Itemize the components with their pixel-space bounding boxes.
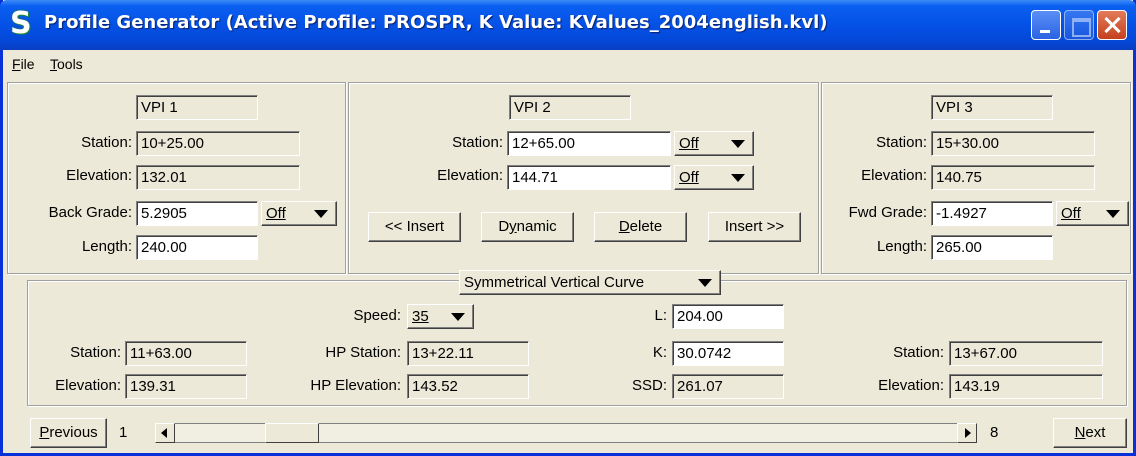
vpi3-length-input[interactable]: 265.00 — [931, 235, 1053, 260]
arrow-left-icon — [161, 428, 167, 438]
speed-label: Speed: — [353, 307, 401, 324]
vpi1-title-field: VPI 1 — [136, 95, 258, 120]
evc-station-label: Station: — [893, 344, 944, 361]
vpi1-back-grade-input[interactable]: 5.2905 — [136, 201, 258, 226]
vpi2-station-input[interactable]: 12+65.00 — [507, 131, 671, 156]
profile-generator-window: S Profile Generator (Active Profile: PRO… — [0, 0, 1136, 456]
evc-elevation-field: 143.19 — [949, 374, 1103, 399]
vpi1-station-field: 10+25.00 — [136, 131, 300, 156]
vpi3-elevation-label: Elevation: — [861, 167, 927, 184]
insert-before-button[interactable]: << Insert — [368, 212, 461, 242]
curve-type-dropdown[interactable]: Symmetrical Vertical Curve — [459, 270, 721, 295]
vpi3-title-field: VPI 3 — [931, 95, 1053, 120]
chevron-down-icon — [731, 140, 745, 148]
chevron-down-icon — [698, 279, 712, 287]
vpi1-length-label: Length: — [81, 238, 132, 255]
evc-elevation-label: Elevation: — [878, 377, 944, 394]
vpi1-back-grade-label: Back Grade: — [48, 204, 132, 221]
k-input[interactable]: 30.0742 — [672, 341, 784, 366]
window-title: Profile Generator (Active Profile: PROSP… — [44, 12, 828, 33]
menu-bar: File Tools — [3, 50, 1133, 78]
next-button[interactable]: Next — [1053, 418, 1127, 448]
dynamic-button[interactable]: Dynamic — [481, 212, 574, 242]
vpi3-station-field: 15+30.00 — [931, 131, 1095, 156]
vpi1-length-input[interactable]: 240.00 — [136, 235, 258, 260]
vpi2-elevation-label: Elevation: — [437, 167, 503, 184]
vpi2-title-field: VPI 2 — [509, 95, 631, 120]
vpi1-elevation-label: Elevation: — [66, 167, 132, 184]
vpi3-length-label: Length: — [876, 238, 927, 255]
hp-elevation-label: HP Elevation: — [310, 377, 401, 394]
bvc-station-field: 11+63.00 — [125, 341, 247, 366]
vpi1-elevation-field: 132.01 — [136, 165, 300, 190]
chevron-down-icon — [314, 210, 328, 218]
vpi1-back-grade-lock-dropdown[interactable]: Off — [261, 201, 337, 226]
vpi3-fwd-grade-label: Fwd Grade: — [848, 204, 927, 221]
l-label: L: — [654, 307, 667, 324]
vpi3-station-label: Station: — [876, 134, 927, 151]
l-input[interactable]: 204.00 — [672, 304, 784, 329]
ssd-field: 261.07 — [672, 374, 784, 399]
last-index-label: 8 — [990, 424, 999, 441]
first-index-label: 1 — [119, 424, 128, 441]
title-bar[interactable]: S Profile Generator (Active Profile: PRO… — [0, 0, 1136, 50]
bvc-elevation-field: 139.31 — [125, 374, 247, 399]
scroll-right-button[interactable] — [957, 423, 977, 443]
minimize-button[interactable] — [1031, 10, 1061, 40]
bvc-station-label: Station: — [70, 344, 121, 361]
chevron-down-icon — [451, 313, 465, 321]
maximize-button[interactable] — [1064, 10, 1094, 40]
insert-after-button[interactable]: Insert >> — [708, 212, 801, 242]
close-button[interactable] — [1097, 10, 1127, 40]
vpi2-station-lock-dropdown[interactable]: Off — [674, 131, 754, 156]
vpi2-elevation-lock-dropdown[interactable]: Off — [674, 165, 754, 190]
speed-dropdown[interactable]: 35 — [407, 304, 474, 329]
vpi3-fwd-grade-input[interactable]: -1.4927 — [931, 201, 1053, 226]
app-logo-icon: S — [10, 6, 32, 41]
hp-station-label: HP Station: — [325, 344, 401, 361]
arrow-right-icon — [965, 428, 971, 438]
menu-file[interactable]: File — [12, 56, 35, 72]
menu-tools[interactable]: Tools — [50, 56, 83, 72]
scroll-thumb[interactable] — [265, 423, 319, 443]
ssd-label: SSD: — [631, 377, 667, 394]
vpi3-elevation-field: 140.75 — [931, 165, 1095, 190]
chevron-down-icon — [731, 174, 745, 182]
delete-button[interactable]: Delete — [594, 212, 687, 242]
vpi2-station-label: Station: — [452, 134, 503, 151]
evc-station-field: 13+67.00 — [949, 341, 1103, 366]
previous-button[interactable]: Previous — [30, 418, 107, 448]
hp-station-field: 13+22.11 — [407, 341, 529, 366]
k-label: K: — [652, 344, 667, 361]
hp-elevation-field: 143.52 — [407, 374, 529, 399]
vpi3-fwd-grade-lock-dropdown[interactable]: Off — [1056, 201, 1129, 226]
chevron-down-icon — [1106, 210, 1120, 218]
scroll-left-button[interactable] — [155, 423, 175, 443]
vpi2-elevation-input[interactable]: 144.71 — [507, 165, 671, 190]
bvc-elevation-label: Elevation: — [55, 377, 121, 394]
vpi1-station-label: Station: — [81, 134, 132, 151]
